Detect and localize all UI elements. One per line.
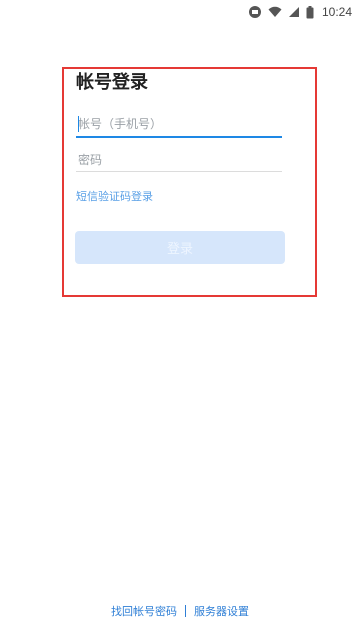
status-bar: 10:24 [0,0,360,24]
footer-divider [185,605,186,617]
signal-icon [288,6,300,18]
password-input[interactable] [76,147,284,173]
recover-account-link[interactable]: 找回帐号密码 [111,603,177,619]
battery-icon [306,5,314,19]
server-settings-link[interactable]: 服务器设置 [194,603,249,619]
account-input[interactable] [76,111,284,137]
status-time: 10:24 [321,5,352,19]
login-form-title: 帐号登录 [76,72,148,93]
sms-login-link[interactable]: 短信验证码登录 [76,188,153,204]
input-caret [78,116,79,132]
footer-links: 找回帐号密码 服务器设置 [0,603,360,619]
wifi-icon [268,6,282,18]
account-input-underline [76,136,282,138]
status-icons: 10:24 [248,3,352,21]
android-debug-icon [248,5,262,19]
login-button[interactable]: 登录 [75,231,285,264]
password-input-underline [76,171,282,172]
